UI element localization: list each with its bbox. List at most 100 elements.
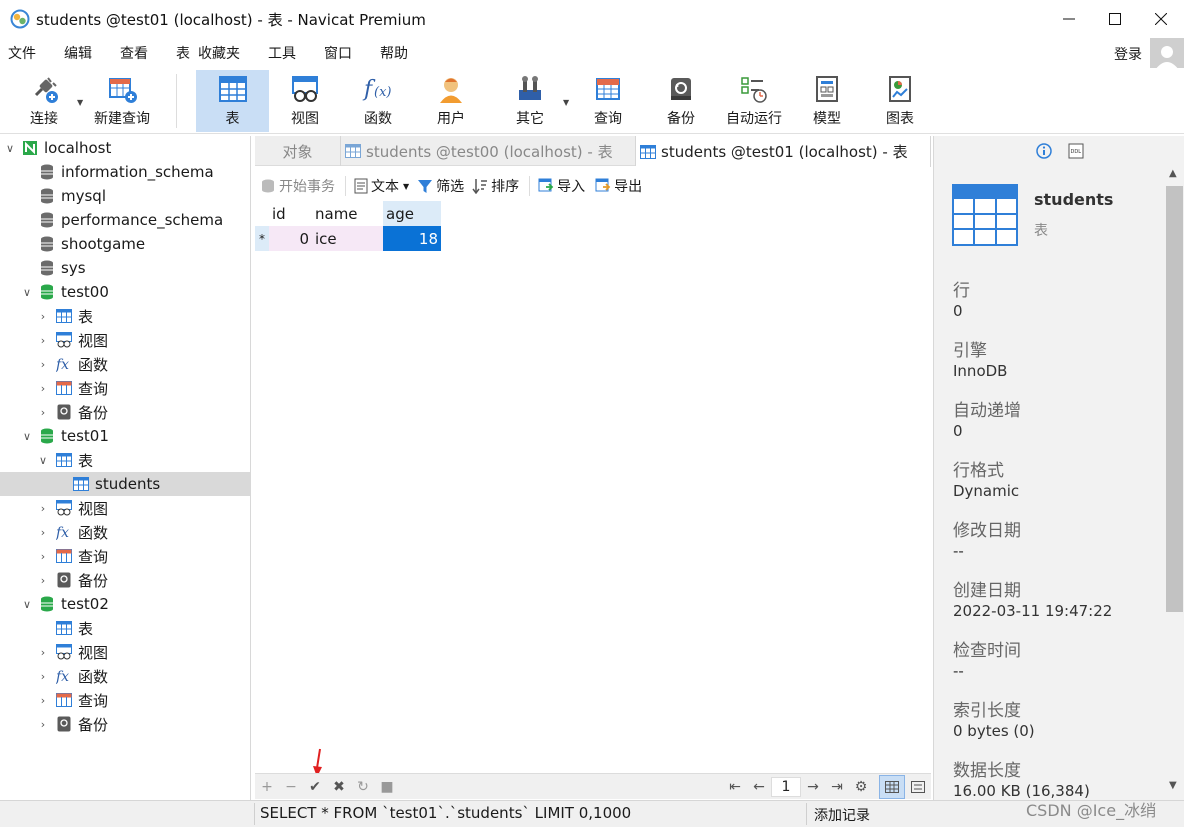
tree-db-mysql[interactable]: mysql [0,184,250,208]
toolbar-chart-button[interactable]: 图表 [870,70,930,132]
scroll-down-icon[interactable]: ▼ [1169,780,1177,791]
delete-record-button[interactable]: − [279,779,303,795]
chevron-right-icon[interactable]: › [37,310,49,323]
tree-folder-functions[interactable]: › fx 函数 [0,664,250,688]
close-button[interactable] [1138,0,1184,38]
sort-button[interactable]: 排序 [472,176,519,196]
next-page-button[interactable]: → [801,779,825,795]
tree-folder-backups[interactable]: › 备份 [0,568,250,592]
page-number-input[interactable]: 1 [771,776,801,797]
tree-db-sys[interactable]: sys [0,256,250,280]
chevron-down-icon[interactable]: ∨ [37,454,49,467]
scrollbar-thumb[interactable] [1166,186,1183,612]
last-page-button[interactable]: ⇥ [825,779,849,795]
toolbar-other-button[interactable]: 其它 [500,70,560,132]
chevron-right-icon[interactable]: › [37,646,49,659]
minimize-button[interactable] [1046,0,1092,38]
toolbar-query-button[interactable]: 查询 [578,70,638,132]
tree-folder-queries[interactable]: › 查询 [0,688,250,712]
chevron-right-icon[interactable]: › [37,670,49,683]
menu-file[interactable]: 文件 [0,43,44,63]
tree-db-test00[interactable]: ∨ test00 [0,280,250,304]
toolbar-backup-button[interactable]: 备份 [651,70,711,132]
tab-objects[interactable]: 对象 [255,136,341,166]
tree-db-performance-schema[interactable]: performance_schema [0,208,250,232]
chevron-right-icon[interactable]: › [37,526,49,539]
filter-button[interactable]: 筛选 [417,176,464,196]
ddl-icon[interactable]: DDL [1068,143,1084,159]
chevron-right-icon[interactable]: › [37,334,49,347]
tab-students-test00[interactable]: students @test00 (localhost) - 表 [341,136,636,166]
refresh-button[interactable]: ↻ [351,779,375,795]
tree-db-test02[interactable]: ∨ test02 [0,592,250,616]
tree-connection-localhost[interactable]: ∨ localhost [0,136,250,160]
tree-db-shootgame[interactable]: shootgame [0,232,250,256]
toolbar-schedule-button[interactable]: 自动运行 [720,70,788,132]
toolbar-function-button[interactable]: f (x) 函数 [348,70,408,132]
avatar[interactable] [1150,38,1184,70]
add-record-button[interactable]: + [255,779,279,795]
discard-changes-button[interactable]: ✖ [327,779,351,795]
import-button[interactable]: 导入 [538,176,585,196]
grid-view-button[interactable] [879,774,905,799]
apply-changes-button[interactable]: ✔ [303,779,327,795]
menu-help[interactable]: 帮助 [372,43,416,63]
chevron-right-icon[interactable]: › [37,358,49,371]
stop-button[interactable]: ■ [375,779,399,795]
toolbar-table-button[interactable]: 表 [196,70,269,132]
tree-db-information-schema[interactable]: information_schema [0,160,250,184]
tree-folder-views[interactable]: › 视图 [0,496,250,520]
info-panel-scrollbar[interactable]: ▲ ▼ [1165,166,1184,800]
menu-edit[interactable]: 编辑 [56,43,100,63]
connect-dropdown-caret-icon[interactable]: ▼ [77,98,83,107]
tree-folder-functions[interactable]: › fx 函数 [0,520,250,544]
tab-students-test01[interactable]: students @test01 (localhost) - 表 [636,136,931,167]
info-icon[interactable] [1035,143,1052,159]
chevron-down-icon[interactable]: ∨ [21,598,33,611]
menu-favorites[interactable]: 收藏夹 [190,43,248,63]
menu-window[interactable]: 窗口 [316,43,360,63]
chevron-right-icon[interactable]: › [37,694,49,707]
chevron-right-icon[interactable]: › [37,718,49,731]
cell-id[interactable]: 0 [269,226,312,251]
chevron-right-icon[interactable]: › [37,502,49,515]
menu-tools[interactable]: 工具 [260,43,304,63]
begin-transaction-button[interactable]: 开始事务 [260,176,335,196]
tree-folder-backups[interactable]: › 备份 [0,712,250,736]
tree-db-test01[interactable]: ∨ test01 [0,424,250,448]
tree-folder-views[interactable]: › 视图 [0,328,250,352]
scroll-up-icon[interactable]: ▲ [1169,168,1177,179]
previous-page-button[interactable]: ← [747,779,771,795]
toolbar-view-button[interactable]: 视图 [275,70,335,132]
maximize-button[interactable] [1092,0,1138,38]
toolbar-new-query-button[interactable]: 新建查询 [88,70,156,132]
form-view-button[interactable] [905,775,931,799]
tree-folder-tables[interactable]: › 表 [0,304,250,328]
chevron-down-icon[interactable]: ∨ [21,286,33,299]
menu-view[interactable]: 查看 [112,43,156,63]
tree-folder-functions[interactable]: › fx 函数 [0,352,250,376]
cell-name[interactable]: ice [312,226,383,251]
toolbar-model-button[interactable]: 模型 [797,70,857,132]
column-header-id[interactable]: id [269,201,312,226]
settings-button[interactable]: ⚙ [849,779,873,795]
tree-folder-tables[interactable]: 表 [0,616,250,640]
export-button[interactable]: 导出 [595,176,642,196]
column-header-name[interactable]: name [312,201,383,226]
tree-folder-queries[interactable]: › 查询 [0,376,250,400]
table-row[interactable]: * 0 ice 18 [255,226,441,251]
toolbar-user-button[interactable]: 用户 [421,70,481,132]
chevron-right-icon[interactable]: › [37,550,49,563]
chevron-down-icon[interactable]: ∨ [4,142,16,155]
tree-folder-views[interactable]: › 视图 [0,640,250,664]
row-marker[interactable]: * [255,226,269,251]
chevron-right-icon[interactable]: › [37,406,49,419]
first-page-button[interactable]: ⇤ [723,779,747,795]
chevron-right-icon[interactable]: › [37,382,49,395]
chevron-down-icon[interactable]: ∨ [21,430,33,443]
text-button[interactable]: 文本 ▼ [354,176,409,196]
tree-folder-backups[interactable]: › 备份 [0,400,250,424]
column-header-age[interactable]: age [383,201,441,226]
tree-table-students[interactable]: students [0,472,250,496]
login-link[interactable]: 登录 [1114,44,1142,64]
